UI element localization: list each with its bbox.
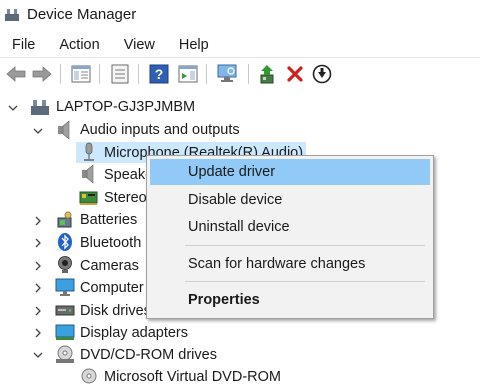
tree-item-display-adapters[interactable]: Display adapters xyxy=(80,322,188,344)
context-menu: Update driver Disable device Uninstall d… xyxy=(146,155,434,319)
chevron-right-icon[interactable] xyxy=(33,306,43,316)
context-disable-device-label: Disable device xyxy=(188,192,283,208)
battery-icon xyxy=(57,211,72,228)
context-update-driver-label: Update driver xyxy=(188,164,276,180)
toolbar-separator xyxy=(99,64,100,84)
dvd-drive-icon xyxy=(81,368,97,384)
monitor-icon xyxy=(55,278,75,296)
toolbar: ? xyxy=(0,57,480,91)
device-manager-app-icon xyxy=(5,9,19,21)
context-separator xyxy=(185,245,425,246)
forward-arrow-icon[interactable] xyxy=(31,63,53,85)
uninstall-device-icon[interactable] xyxy=(284,63,306,85)
chevron-down-icon[interactable] xyxy=(33,126,43,136)
window-title: Device Manager xyxy=(27,6,137,23)
chevron-down-icon[interactable] xyxy=(33,350,43,360)
tree-item-bluetooth[interactable]: Bluetooth xyxy=(80,232,141,254)
chevron-down-icon[interactable] xyxy=(8,103,18,113)
context-disable-device[interactable]: Disable device xyxy=(150,187,430,213)
menu-help[interactable]: Help xyxy=(167,32,221,56)
computer-root-icon xyxy=(31,100,49,115)
display-adapter-icon xyxy=(55,324,75,340)
toolbar-separator xyxy=(206,64,207,84)
dvd-drive-icon xyxy=(56,345,74,363)
title-bar: Device Manager xyxy=(0,0,480,31)
toolbar-separator xyxy=(60,64,61,84)
context-update-driver[interactable]: Update driver xyxy=(150,159,430,185)
chevron-right-icon[interactable] xyxy=(33,328,43,338)
context-uninstall-device[interactable]: Uninstall device xyxy=(150,214,430,240)
chevron-right-icon[interactable] xyxy=(33,283,43,293)
show-hide-console-tree-icon[interactable] xyxy=(70,63,92,85)
speaker-icon xyxy=(58,120,70,140)
disk-drive-icon xyxy=(55,305,75,316)
tree-item-disk-drives[interactable]: Disk drives xyxy=(80,300,151,322)
menu-view[interactable]: View xyxy=(112,32,167,56)
tree-item-computer[interactable]: Computer xyxy=(80,277,144,299)
context-properties-label: Properties xyxy=(188,292,260,308)
tree-item-virtual-dvd[interactable]: Microsoft Virtual DVD-ROM xyxy=(104,366,281,388)
menu-file[interactable]: File xyxy=(0,32,47,56)
properties-icon[interactable] xyxy=(109,63,131,85)
show-hide-action-pane-icon[interactable] xyxy=(177,63,199,85)
menu-bar: File Action View Help xyxy=(0,32,480,56)
context-properties[interactable]: Properties xyxy=(150,287,430,313)
update-driver-icon[interactable] xyxy=(258,63,280,85)
chevron-right-icon[interactable] xyxy=(33,261,43,271)
context-scan-hardware[interactable]: Scan for hardware changes xyxy=(150,251,430,277)
tree-root-label[interactable]: LAPTOP-GJ3PJMBM xyxy=(56,96,195,118)
context-uninstall-device-label: Uninstall device xyxy=(188,219,290,235)
back-arrow-icon[interactable] xyxy=(5,63,27,85)
tree-item-dvd-drives[interactable]: DVD/CD-ROM drives xyxy=(80,344,217,366)
menu-action[interactable]: Action xyxy=(47,32,111,56)
scan-hardware-icon[interactable] xyxy=(216,63,238,85)
toolbar-separator xyxy=(248,64,249,84)
chevron-right-icon[interactable] xyxy=(33,216,43,226)
tree-item-audio[interactable]: Audio inputs and outputs xyxy=(80,119,240,141)
toolbar-separator xyxy=(138,64,139,84)
tree-item-batteries[interactable]: Batteries xyxy=(80,209,137,231)
disable-device-icon[interactable] xyxy=(311,63,333,85)
camera-icon xyxy=(58,256,72,273)
speaker-icon xyxy=(82,164,94,184)
svg-text:?: ? xyxy=(155,66,164,82)
microphone-icon xyxy=(84,142,94,161)
sound-card-icon xyxy=(79,191,98,205)
tree-item-cameras[interactable]: Cameras xyxy=(80,255,139,277)
context-separator xyxy=(185,281,425,282)
bluetooth-icon xyxy=(58,233,72,251)
chevron-right-icon[interactable] xyxy=(33,238,43,248)
help-icon[interactable]: ? xyxy=(148,63,170,85)
context-scan-hardware-label: Scan for hardware changes xyxy=(188,256,366,272)
